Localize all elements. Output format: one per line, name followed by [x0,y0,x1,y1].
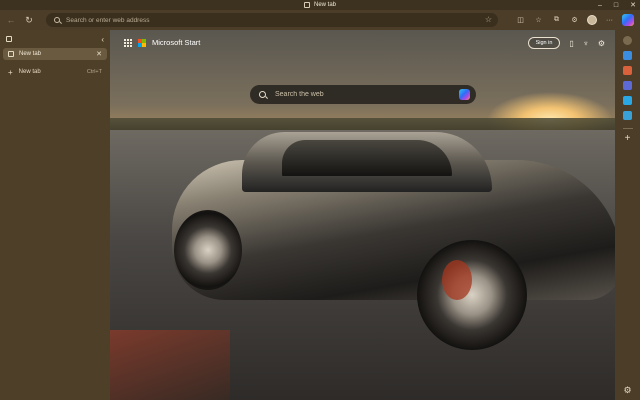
sign-in-button[interactable]: Sign in [527,37,561,49]
profile-avatar[interactable] [587,15,597,25]
window-controls: – □ ✕ [598,0,636,10]
microsoft365-icon[interactable] [623,96,632,105]
sidebar-header: ‹ [0,30,110,48]
brand-name[interactable]: Microsoft Start [152,38,200,47]
copilot-search-icon[interactable] [459,89,470,100]
new-tab-button[interactable]: + New tab Ctrl+T [3,66,107,78]
new-tab-label: New tab [18,69,41,75]
copilot-icon[interactable] [622,14,634,26]
page-icon [8,51,14,57]
tools-icon[interactable] [623,51,632,60]
browser-toolbar: ← ↻ ☆ ◫ ☆ ⧉ ⚙ ··· [0,10,640,30]
favorite-star-icon[interactable]: ☆ [485,15,492,24]
split-screen-icon[interactable]: ◫ [515,15,526,26]
collections-icon[interactable]: ⧉ [551,15,562,26]
msn-header-left: Microsoft Start [124,38,200,47]
web-search-box[interactable] [250,85,476,104]
address-bar[interactable]: ☆ [46,13,498,27]
collapse-chevron-icon[interactable]: ‹ [101,35,104,44]
close-tab-icon[interactable]: ✕ [96,50,102,58]
phone-icon[interactable]: ▯ [569,39,573,48]
plus-icon: + [8,67,13,77]
add-sidebar-app-icon[interactable]: + [625,133,631,144]
minimize-icon[interactable]: – [598,2,602,9]
app-launcher-icon[interactable] [124,38,132,47]
car-brake-caliper [442,260,472,300]
close-icon[interactable]: ✕ [630,1,636,9]
search-icon [54,17,60,23]
refresh-icon[interactable]: ↻ [22,13,36,27]
msn-header-right: Sign in ▯ ♆ ⚙ [527,37,605,49]
toolbar-right-actions: ◫ ☆ ⧉ ⚙ ··· [515,13,634,27]
sidebar-divider [622,128,633,129]
extensions-icon[interactable]: ⚙ [569,15,580,26]
tab-actions-icon[interactable] [6,36,12,42]
games-icon[interactable] [623,81,632,90]
window-title: New tab [313,2,336,8]
new-tab-page: Microsoft Start Sign in ▯ ♆ ⚙ [110,30,615,400]
more-icon[interactable]: ··· [604,15,615,26]
favorites-icon[interactable]: ☆ [533,15,544,26]
sidebar-tab-new-tab[interactable]: New tab ✕ [3,48,107,60]
background-car [172,130,615,360]
tab-icon [303,2,310,8]
maximize-icon[interactable]: □ [614,2,618,9]
sidebar-tab-label: New tab [19,51,42,57]
back-arrow-icon[interactable]: ← [4,13,18,27]
address-input[interactable] [66,16,466,24]
title-bar: New tab – □ ✕ [0,0,640,10]
web-search-input[interactable] [275,91,445,98]
car-rear-wheel [174,210,242,290]
edge-right-sidebar: + ⚙ [615,30,640,400]
new-tab-shortcut: Ctrl+T [86,69,102,75]
search-icon [259,91,266,98]
vertical-tabs-sidebar: ‹ New tab ✕ + New tab Ctrl+T [0,30,110,400]
car-windshield [282,140,452,176]
car-front-wheel [417,240,527,350]
rewards-trophy-icon[interactable]: ♆ [583,39,589,48]
outlook-icon[interactable] [623,111,632,120]
microsoft-logo-icon [138,38,146,47]
sidebar-settings-gear-icon[interactable]: ⚙ [623,385,631,396]
search-sidebar-icon[interactable] [623,36,632,45]
page-settings-gear-icon[interactable]: ⚙ [598,39,605,48]
shopping-icon[interactable] [623,66,632,75]
